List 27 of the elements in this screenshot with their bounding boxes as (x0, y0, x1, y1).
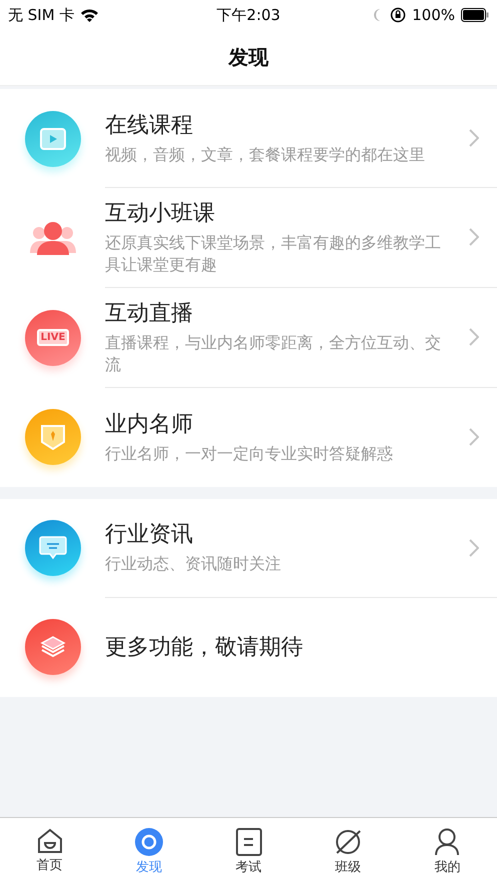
tab[interactable]: 我的 (398, 818, 497, 883)
item-description: 直播课程，与业内名师零距离，全方位互动、交流 (105, 332, 442, 376)
clock-text: 下午2:03 (216, 6, 280, 24)
menu-item[interactable]: 行业资讯 行业动态、资讯随时关注 (0, 498, 497, 598)
item-title: 行业资讯 (105, 521, 194, 550)
menu-item[interactable]: 业内名师 行业名师，一对一定向专业实时答疑解惑 (0, 388, 497, 487)
item-title: 互动小班课 (105, 200, 216, 228)
menu-item[interactable]: 互动小班课 还原真实线下课堂场景，丰富有趣的多维教学工具让课堂更有趣 (0, 188, 497, 288)
tab[interactable]: 发现 (99, 818, 199, 883)
item-title: 互动直播 (105, 300, 194, 328)
item-description: 行业动态、资讯随时关注 (105, 553, 282, 576)
tab[interactable]: 班级 (298, 818, 398, 883)
carrier-text: 无 SIM 卡 (8, 6, 74, 24)
menu-item[interactable]: 在线课程 视频，音频，文章，套餐课程要学的都在这里 (0, 89, 497, 188)
item-description: 行业名师，一对一定向专业实时答疑解惑 (105, 442, 394, 465)
item-description: 视频，音频，文章，套餐课程要学的都在这里 (105, 144, 426, 166)
item-description: 还原真实线下课堂场景，丰富有趣的多维教学工具让课堂更有趣 (105, 232, 442, 276)
tab[interactable]: 考试 (198, 818, 298, 883)
live-badge: LIVE (36, 329, 70, 346)
battery-text: 100% (412, 6, 455, 24)
item-title: 业内名师 (105, 410, 194, 439)
menu-item[interactable]: 更多功能，敬请期待 (0, 598, 497, 697)
tab[interactable]: 首页 (0, 818, 100, 883)
menu-item[interactable]: LIVE 互动直播 直播课程，与业内名师零距离，全方位互动、交流 (0, 288, 497, 388)
page-title: 发现 (228, 44, 268, 71)
item-title: 在线课程 (105, 112, 194, 140)
item-title: 更多功能，敬请期待 (105, 634, 304, 662)
